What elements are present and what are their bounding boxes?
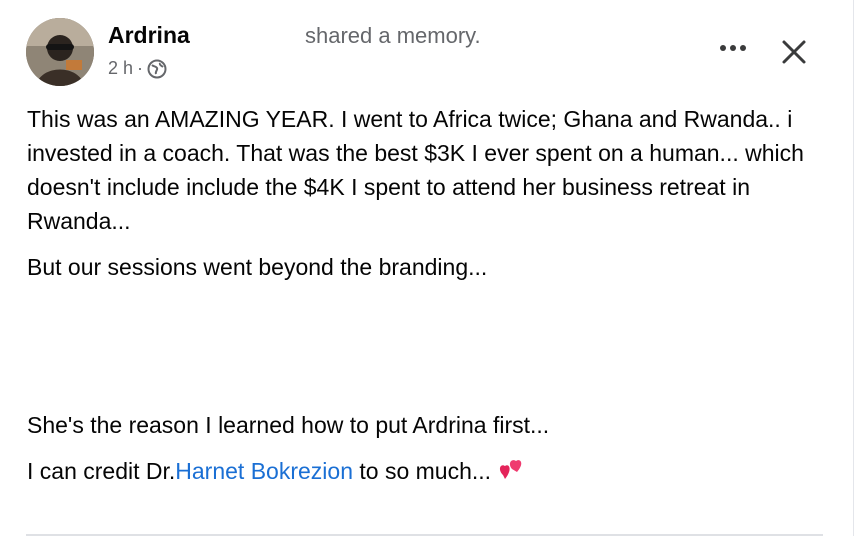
- post-meta: 2 h ·: [108, 58, 167, 79]
- post-action-text: shared a memory.: [305, 23, 481, 48]
- post-paragraph: But our sessions went beyond the brandin…: [27, 254, 488, 280]
- mention-link[interactable]: Harnet Bokrezion: [175, 458, 353, 484]
- more-horizontal-icon: [720, 45, 726, 51]
- post-text-line: Rwanda..: [683, 106, 781, 132]
- more-horizontal-icon-dot: [730, 45, 736, 51]
- more-horizontal-icon-dot: [740, 45, 746, 51]
- close-button[interactable]: [776, 34, 812, 70]
- globe-icon[interactable]: [147, 59, 167, 79]
- post-text: to so much...: [352, 458, 498, 484]
- blank-space: [27, 296, 827, 408]
- post-timestamp[interactable]: 2 h: [108, 58, 133, 79]
- post-card: Ardrina shared a memory. 2 h · This was …: [0, 0, 854, 536]
- post-header: Ardrina shared a memory. 2 h ·: [26, 18, 853, 88]
- post-paragraph: She's the reason I learned how to put Ar…: [27, 412, 550, 438]
- post-text: I can credit Dr.: [27, 458, 176, 484]
- post-paragraph: This was an AMAZING YEAR. I went to Afri…: [27, 102, 827, 238]
- avatar-image: [26, 18, 94, 86]
- author-name[interactable]: Ardrina: [108, 22, 190, 49]
- post-body: This was an AMAZING YEAR. I went to Afri…: [27, 102, 827, 500]
- two-hearts-icon: [497, 457, 527, 485]
- post-text-line: This was an AMAZING YEAR. I went to Afri…: [27, 106, 678, 132]
- post-paragraph: I can credit Dr.Harnet Bokrezion to so m…: [27, 454, 827, 488]
- author-avatar[interactable]: [26, 18, 94, 86]
- more-options-button[interactable]: [716, 38, 750, 58]
- close-icon: [782, 40, 806, 64]
- meta-separator: ·: [137, 58, 144, 78]
